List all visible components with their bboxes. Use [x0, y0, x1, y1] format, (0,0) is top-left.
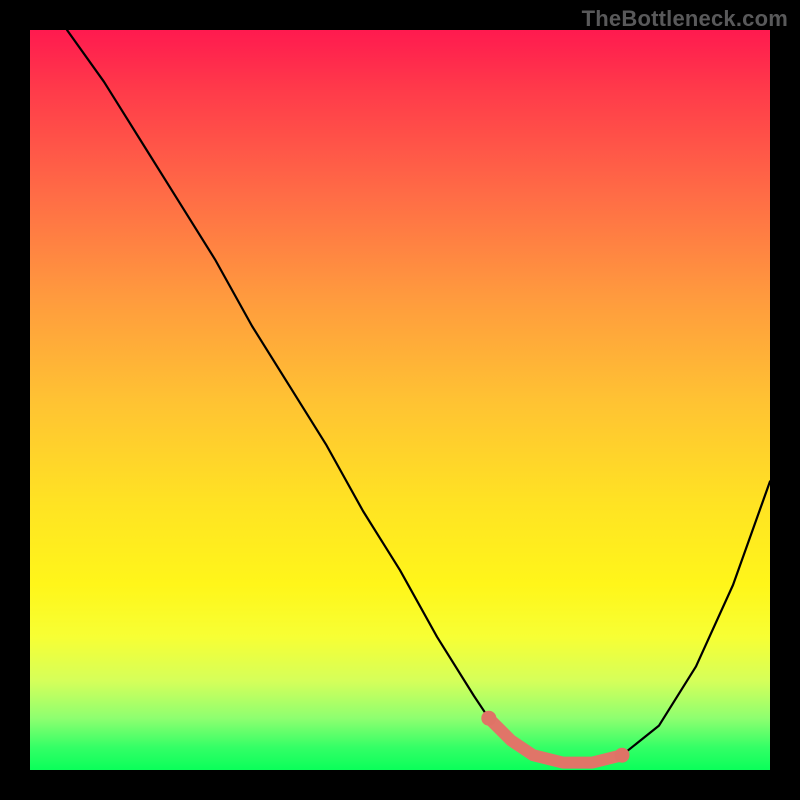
bottleneck-curve	[67, 30, 770, 763]
watermark-text: TheBottleneck.com	[582, 6, 788, 32]
plot-area	[30, 30, 770, 770]
optimal-range-marker	[489, 718, 622, 762]
marker-end-dot	[615, 748, 630, 763]
curve-svg	[30, 30, 770, 770]
marker-start-dot	[481, 711, 496, 726]
chart-container: TheBottleneck.com	[0, 0, 800, 800]
